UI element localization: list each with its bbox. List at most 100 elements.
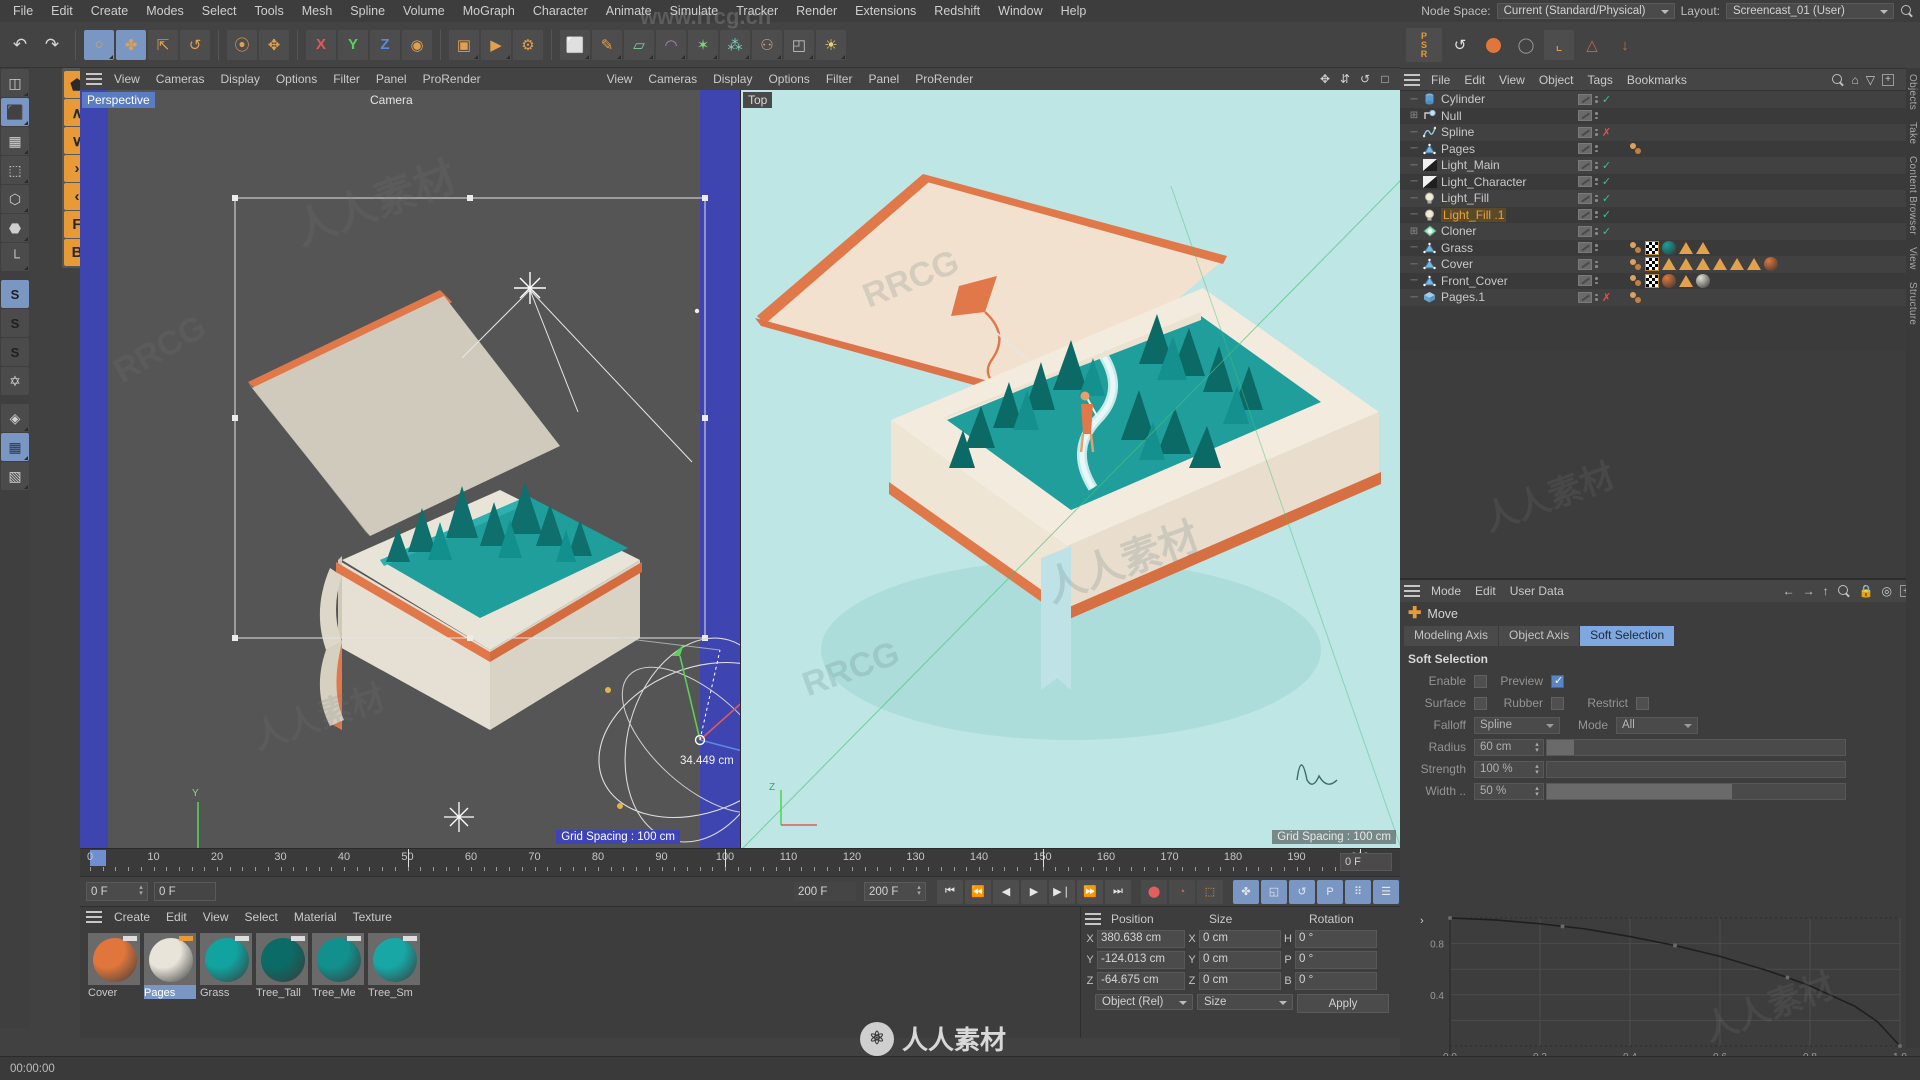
play-button[interactable]: ▶ [1021, 879, 1047, 904]
magnet-tool[interactable]: ✡ [1, 367, 29, 395]
tab-object-axis[interactable]: Object Axis [1499, 626, 1580, 646]
pan-icon[interactable]: ✥ [1318, 72, 1332, 86]
keyframe-selection-button[interactable]: ⬚ [1197, 879, 1223, 904]
object-edit-toggle[interactable] [1578, 126, 1592, 138]
width-field[interactable]: 50 % ▴ ▾ [1474, 782, 1544, 800]
perspective-viewport[interactable]: Perspective Camera Y 34.449 cm Grid Spac… [80, 90, 740, 848]
object-row[interactable]: ⊞ Cloner ✓ [1400, 223, 1920, 240]
preview-checkbox[interactable] [1551, 674, 1564, 688]
material-menu-view[interactable]: View [195, 909, 237, 925]
timeline-frame-field[interactable]: 0 F [1340, 853, 1392, 871]
edges-mode[interactable]: ⬡ [1, 185, 29, 213]
model-mode[interactable]: ⬛ [1, 98, 29, 126]
object-visibility-dots[interactable] [1594, 260, 1599, 268]
size-z-field[interactable]: 0 cm [1199, 971, 1281, 990]
strength-slider[interactable] [1546, 760, 1846, 778]
scale-tool[interactable]: ⇱ [148, 29, 178, 60]
lock-workplane-button[interactable]: ▦ [1, 433, 29, 461]
render-view-button[interactable]: ▣ [449, 29, 479, 60]
attr-forward-icon[interactable]: → [1803, 584, 1815, 598]
material-menu-create[interactable]: Create [106, 909, 158, 925]
attr-back-icon[interactable]: ← [1783, 584, 1795, 598]
size-x-field[interactable]: 0 cm [1199, 929, 1281, 948]
viewport-menu-options[interactable]: Options [268, 71, 325, 87]
render-region-button[interactable]: ▶ [481, 29, 511, 60]
viewport-label-perspective[interactable]: Perspective [82, 92, 155, 108]
strength-field[interactable]: 100 % ▴ ▾ [1474, 760, 1544, 778]
material-grass[interactable]: Grass [200, 933, 252, 999]
lock-axis-tool[interactable]: ⦿ [227, 29, 257, 60]
object-visibility-dots[interactable] [1594, 112, 1599, 120]
material-tag-icon[interactable] [1662, 240, 1676, 255]
top-viewport[interactable]: Top Z Grid Spacing: 100 cm RRCG 人人素材 RR… [740, 90, 1400, 848]
reset-psr-icon[interactable]: ↺ [1445, 30, 1475, 60]
point-level-animation-button[interactable]: ⠿ [1345, 879, 1371, 904]
om-menu-tags[interactable]: Tags [1581, 72, 1620, 88]
radius-field[interactable]: 60 cm ▴ ▾ [1474, 738, 1544, 756]
add-cube-button[interactable]: ⬜ [560, 29, 590, 60]
scale-key-button[interactable]: ◱ [1261, 879, 1287, 904]
object-visibility-dots[interactable] [1594, 244, 1599, 252]
move-tool[interactable]: ✤ [116, 29, 146, 60]
object-edit-toggle[interactable] [1578, 110, 1592, 122]
preview-end-field[interactable]: 200 F [794, 882, 856, 901]
psr-toggle-button[interactable]: PSR [1406, 28, 1442, 62]
material-tag-icon[interactable] [1662, 273, 1676, 288]
material-menu-texture[interactable]: Texture [345, 909, 400, 925]
pos-y-field[interactable]: -124.013 cm [1097, 950, 1185, 969]
om-menu-view[interactable]: View [1492, 72, 1532, 88]
object-visibility-dots[interactable] [1594, 277, 1599, 285]
material-tree_tall[interactable]: Tree_Tall [256, 933, 308, 999]
texture-tag-icon[interactable] [1713, 258, 1727, 271]
world-object-axis-tool[interactable]: ✥ [259, 29, 289, 60]
live-selection-tool[interactable]: ○ [84, 29, 114, 60]
object-edit-toggle[interactable] [1578, 275, 1592, 287]
maximize-icon[interactable]: □ [1378, 72, 1392, 86]
menu-volume[interactable]: Volume [394, 2, 454, 20]
om-menu-file[interactable]: File [1424, 72, 1457, 88]
vertical-tab-view[interactable]: View [1906, 241, 1919, 276]
position-key-button[interactable]: ✤ [1233, 879, 1259, 904]
object-enabled-check-icon[interactable]: ✓ [1601, 159, 1612, 172]
autokeying-button[interactable]: ◔ [1169, 879, 1195, 904]
texture-tag-icon[interactable] [1679, 241, 1693, 254]
surface-checkbox[interactable] [1474, 696, 1487, 710]
viewport2-menu-prorender[interactable]: ProRender [907, 71, 981, 87]
object-edit-toggle[interactable] [1578, 192, 1592, 204]
zoom-icon[interactable]: ⇵ [1338, 72, 1352, 86]
texture-axis-mode[interactable]: ◫ [1, 69, 29, 97]
go-to-start-button[interactable]: ⏮ [937, 879, 963, 904]
attr-menu-edit[interactable]: Edit [1468, 583, 1503, 599]
object-visibility-dots[interactable] [1594, 178, 1599, 186]
object-edit-toggle[interactable] [1578, 242, 1592, 254]
viewport-menu-filter[interactable]: Filter [325, 71, 368, 87]
step-back-button[interactable]: ◀ [993, 879, 1019, 904]
add-deformer-button[interactable]: ⚇ [752, 29, 782, 60]
node-space-select[interactable]: Current (Standard/Physical) [1496, 3, 1675, 19]
material-tree_sm[interactable]: Tree_Sm [368, 933, 420, 999]
object-enabled-check-icon[interactable]: ✓ [1601, 93, 1612, 106]
coordinate-mode-select[interactable]: Object (Rel) [1095, 994, 1193, 1010]
attr-search-icon[interactable] [1837, 584, 1851, 598]
add-spline-button[interactable]: ✎ [592, 29, 622, 60]
rotation-key-button[interactable]: ↺ [1289, 879, 1315, 904]
y-axis-toggle[interactable]: Y [338, 29, 368, 60]
menu-help[interactable]: Help [1052, 2, 1096, 20]
object-edit-toggle[interactable] [1578, 258, 1592, 270]
vertical-tab-content-browser[interactable]: Content Browser [1906, 150, 1919, 241]
tab-soft-selection[interactable]: Soft Selection [1580, 626, 1675, 646]
texture-tag-icon[interactable] [1747, 258, 1761, 271]
menu-mograph[interactable]: MoGraph [454, 2, 524, 20]
viewport2-menu-options[interactable]: Options [760, 71, 817, 87]
rotate-icon[interactable]: ↺ [1358, 72, 1372, 86]
material-menu-material[interactable]: Material [286, 909, 345, 925]
viewport-menu-display[interactable]: Display [212, 71, 267, 87]
pos-x-field[interactable]: 380.638 cm [1097, 929, 1185, 948]
rot-p-field[interactable]: 0 ° [1295, 950, 1377, 969]
expand-toggle-icon[interactable]: ⊞ [1406, 226, 1422, 237]
om-home-icon[interactable]: ⌂ [1852, 73, 1859, 87]
phong-tag-icon[interactable] [1628, 142, 1642, 156]
vertical-tab-structure[interactable]: Structure [1906, 276, 1919, 331]
viewport2-menu-filter[interactable]: Filter [818, 71, 861, 87]
material-menu-burger-icon[interactable] [86, 911, 102, 923]
